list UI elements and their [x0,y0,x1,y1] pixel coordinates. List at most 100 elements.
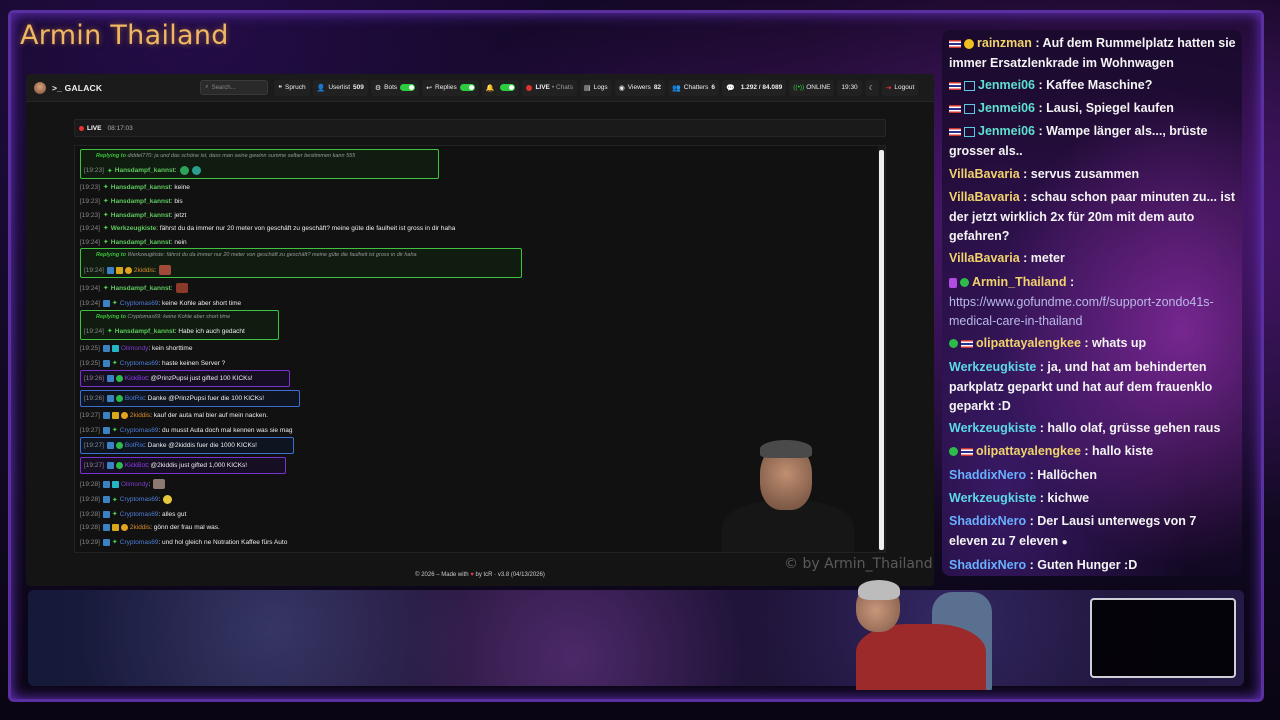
bot-message: [19:26] KickBot: @PrinzPupsi just gifted … [80,370,290,387]
verified-icon: ✦ [111,427,118,434]
sword-icon [102,299,110,307]
kick-icon [115,462,123,469]
empty-overlay-frame [1090,598,1236,678]
bell-icon: 🔔 [485,84,495,92]
reply-message: Replying to Cryptomas69: keine Kohle abe… [80,310,279,340]
logs-button[interactable]: ▤ Logs [579,79,612,96]
bots-switch[interactable] [400,84,416,91]
emote-icon [191,166,201,175]
verified-icon: ✦ [111,360,118,367]
chat-message: [19:29] ✦ Cryptomas69: und hol gleich ne N… [80,538,288,546]
quote-icon: ❝ [278,84,282,92]
reply-message: Replying to Werkzeugkiste: fährst du da … [80,248,522,278]
scrollbar-thumb[interactable] [879,150,884,550]
viewers-button[interactable]: ◉ Viewers 82 [614,79,666,96]
flag-icon [961,339,973,348]
overlay-message: rainzman : Auf dem Rummelplatz hatten si… [949,36,1236,70]
coin-icon [120,412,128,419]
audio-toggle[interactable]: 🔔 [481,79,520,96]
sword-icon [106,442,114,449]
overlay-message: ShaddixNero : Der Lausi unterwegs von 7 … [949,514,1197,548]
flag-icon [949,127,961,136]
logout-icon: ⇥ [885,84,892,92]
overlay-message: Jenmei06 : Lausi, Spiegel kaufen [949,99,1237,119]
overlay-message: olipattayalengkee : hallo kiste [949,442,1237,462]
chat-message: [19:27] ✦ Cryptomas69: du musst Auta doch … [80,426,293,434]
theme-toggle[interactable]: ☾ [864,79,879,96]
eye-icon: ◉ [618,84,625,92]
sword-icon [106,395,114,402]
flag-icon [949,104,961,113]
chat-scrollbar[interactable] [878,146,885,552]
flag-icon [949,81,961,90]
verified-icon: ✦ [111,496,118,504]
kick-icon [115,375,123,382]
emote-icon [175,283,188,293]
moon-icon: ☾ [868,84,875,92]
watermark: © by Armin_Thailand [784,556,933,572]
sword-icon [102,524,110,531]
donation-link[interactable]: https://www.gofundme.com/f/support-zondo… [949,295,1214,329]
gift-icon [964,103,975,114]
stream-title: Armin Thailand [20,20,229,51]
reply-message: Replying to diddel770: ja und das schöne… [80,149,439,179]
verified-icon: ✦ [102,212,109,219]
overlay-message: Werkzeugkiste : hallo olaf, grüsse gehen… [949,421,1221,435]
verified-icon: ✦ [106,167,113,175]
chat-message: [19:23] ✦ Hansdampf_kannst: keine [80,183,190,192]
verified-icon: ✦ [102,225,109,232]
bot-icon: ⚙ [374,84,382,92]
gift-icon [111,345,119,352]
sword-icon [102,496,110,503]
users-icon: 👥 [672,84,681,92]
logout-button[interactable]: ⇥ Logout [881,79,919,96]
bots-toggle[interactable]: ⚙ Bots [370,79,420,96]
chat-message: [19:25] Olimondy: kein shorttime [80,345,193,352]
chatters-button[interactable]: 👥 Chatters 6 [668,79,719,96]
live-chats-button[interactable]: LIVE • Chats [522,79,577,96]
overlay-message: ShaddixNero : Hallöchen [949,468,1097,482]
spruch-button[interactable]: ❝ Spruch [274,79,310,96]
chat-message: [19:25] ✦ Cryptomas69: haste keinen Server… [80,359,226,367]
overlay-message: Jenmei06 : Wampe länger als..., brüste g… [949,124,1208,158]
search-input[interactable]: ⌕ Search... [200,80,269,95]
sword-icon [102,359,110,367]
signal-icon: ((•)) [793,84,805,91]
bot-message: [19:27] KickBot: @2kiddis just gifted 1,0… [80,457,286,474]
brand-logo[interactable]: >_ GALACK [52,83,102,93]
chat-message: [19:24] ✦ Hansdampf_kannst: [80,283,188,293]
verified-icon [960,278,969,288]
webcam-streamer [708,440,868,552]
replies-switch[interactable] [459,84,475,91]
webcam-secondary [836,580,996,690]
overlay-message: ShaddixNero : Guten Hunger :D [949,558,1138,572]
coin-icon [964,38,974,49]
audio-switch[interactable] [500,84,516,91]
verified-icon: ✦ [102,198,109,205]
userlist-button[interactable]: 👤 Userlist 509 [312,79,368,96]
overlay-message: Werkzeugkiste : ja, und hat am behindert… [949,360,1213,413]
replies-toggle[interactable]: ↩ Replies [422,79,479,96]
sword-icon [102,345,110,352]
search-icon: ⌕ [205,84,209,90]
verified-icon: ✦ [102,285,109,292]
sword-icon [949,277,957,288]
chat-message: [19:23] ✦ Hansdampf_kannst: jetzt [80,211,187,220]
clock: 19:30 [837,79,862,96]
sword-icon [102,538,110,546]
document-icon: ▤ [583,84,591,92]
avatar[interactable] [34,81,46,94]
chat-message: [19:24] ✦ Hansdampf_kannst: nein [80,238,187,247]
flag-icon [949,39,961,48]
verified-icon: ✦ [102,184,109,191]
bot-message: [19:26] BotRix: Danke @PrinzPupsi fuer di… [80,390,300,407]
stream-chat-overlay: rainzman : Auf dem Rummelplatz hatten si… [942,30,1242,576]
bot-message: [19:27] BotRix: Danke @2kiddis fuer die 1… [80,437,294,454]
sword-icon [106,462,114,469]
chat-message: [19:27] 2kiddis: kauf der auta mal bier a… [80,412,268,419]
crown-icon [115,266,123,274]
chat-message: [19:24] ✦ Werkzeugkiste: fährst du da imme… [80,224,456,233]
verified-icon [949,447,958,457]
heart-icon: ♥ [470,572,474,578]
chat-message: [19:28] ✦ Cryptomas69: [80,495,173,504]
